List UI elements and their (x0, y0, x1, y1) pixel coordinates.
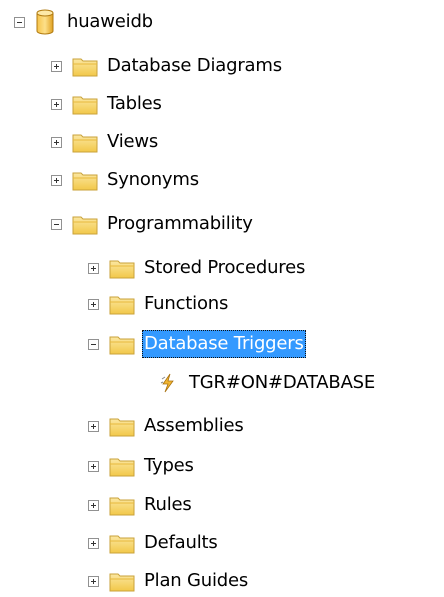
expand-toggle[interactable] (88, 298, 99, 310)
folder-icon (109, 573, 135, 591)
expand-toggle[interactable] (88, 460, 99, 472)
collapse-toggle[interactable] (14, 16, 25, 28)
tree-node-trigger[interactable]: TGR#ON#DATABASE (160, 367, 377, 399)
tree-node-label-selected: Database Triggers (142, 330, 306, 358)
folder-icon (72, 216, 98, 234)
tree-node-label: Types (144, 455, 194, 476)
folder-icon (72, 58, 98, 76)
tree-node-label: Plan Guides (144, 570, 249, 591)
expand-toggle[interactable] (88, 262, 99, 274)
tree-node-label: Defaults (144, 532, 218, 553)
folder-icon (109, 535, 135, 553)
tree-node-rules[interactable]: Rules (88, 489, 194, 521)
tree-node-label: Rules (144, 494, 192, 515)
database-icon (36, 9, 54, 35)
tree-node-label: Tables (107, 93, 162, 114)
expand-toggle[interactable] (88, 575, 99, 587)
tree-node-huaweidb[interactable]: huaweidb (14, 6, 155, 38)
tree-node-label: Views (107, 131, 159, 152)
folder-icon (109, 260, 135, 278)
folder-icon (72, 96, 98, 114)
folder-icon (72, 134, 98, 152)
tree-node-assemblies[interactable]: Assemblies (88, 410, 246, 442)
expand-toggle[interactable] (51, 98, 62, 110)
object-explorer-tree: huaweidb Database Diagrams Tables Views (0, 0, 444, 597)
collapse-toggle[interactable] (88, 338, 99, 350)
folder-icon (109, 497, 135, 515)
tree-node-views[interactable]: Views (51, 126, 160, 158)
folder-icon (109, 458, 135, 476)
folder-icon (109, 336, 135, 354)
tree-node-stored-procedures[interactable]: Stored Procedures (88, 252, 307, 284)
tree-node-label: Assemblies (144, 415, 244, 436)
tree-node-plan-guides[interactable]: Plan Guides (88, 565, 250, 597)
folder-icon (109, 418, 135, 436)
tree-node-synonyms[interactable]: Synonyms (51, 164, 201, 196)
tree-node-database-diagrams[interactable]: Database Diagrams (51, 50, 284, 82)
tree-node-label: Database Diagrams (107, 55, 282, 76)
expand-toggle[interactable] (51, 60, 62, 72)
tree-node-programmability[interactable]: Programmability (51, 208, 255, 240)
expand-toggle[interactable] (51, 136, 62, 148)
folder-icon (109, 296, 135, 314)
tree-node-tables[interactable]: Tables (51, 88, 164, 120)
tree-node-label: Synonyms (107, 169, 199, 190)
tree-node-functions[interactable]: Functions (88, 288, 230, 320)
expand-toggle[interactable] (51, 174, 62, 186)
folder-icon (72, 172, 98, 190)
tree-node-defaults[interactable]: Defaults (88, 527, 220, 559)
expand-toggle[interactable] (88, 499, 99, 511)
tree-node-label: Programmability (107, 213, 253, 234)
tree-node-label: huaweidb (67, 11, 153, 32)
trigger-icon (160, 373, 174, 393)
tree-node-types[interactable]: Types (88, 450, 196, 482)
tree-node-label: Stored Procedures (144, 257, 306, 278)
tree-node-label: TGR#ON#DATABASE (189, 372, 376, 393)
tree-node-label: Functions (144, 293, 229, 314)
expand-toggle[interactable] (88, 537, 99, 549)
tree-node-database-triggers[interactable]: Database Triggers (88, 328, 306, 360)
expand-toggle[interactable] (88, 420, 99, 432)
collapse-toggle[interactable] (51, 218, 62, 230)
